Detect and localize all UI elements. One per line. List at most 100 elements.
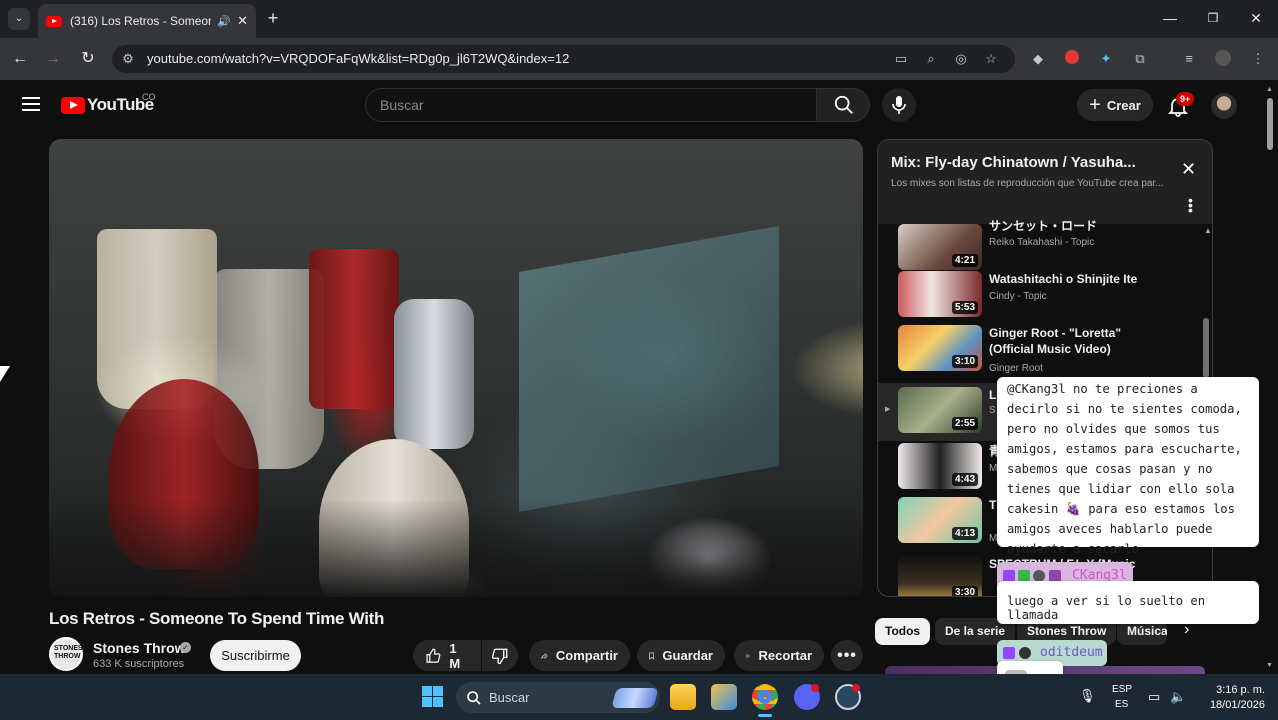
- notification-dot: [811, 684, 819, 692]
- create-button[interactable]: + Crear: [1077, 89, 1153, 121]
- thumbs-up-icon: [426, 648, 441, 663]
- playlist-scrollbar[interactable]: [1203, 318, 1209, 378]
- more-actions-button[interactable]: •••: [831, 640, 863, 671]
- playlist-thumbnail: 4:43: [898, 443, 982, 489]
- hamburger-menu-icon[interactable]: [22, 97, 40, 111]
- window-close-button[interactable]: ✕: [1246, 8, 1266, 28]
- playlist-item[interactable]: 3:10 Ginger Root - "Loretta" (Official M…: [878, 325, 1200, 379]
- page-scrollbar-thumb[interactable]: [1267, 98, 1273, 150]
- browser-tab-active[interactable]: (316) Los Retros - Someone 🔊 ✕: [38, 4, 256, 38]
- clip-button[interactable]: Recortar: [734, 640, 824, 671]
- reload-button[interactable]: ↻: [78, 49, 98, 69]
- search-icon: [834, 95, 853, 114]
- channel-name[interactable]: Stones Throw: [93, 640, 186, 656]
- playlist-item[interactable]: 5:53 Watashitachi o Shinjite Ite Cindy -…: [878, 271, 1200, 325]
- youtube-logo-icon[interactable]: [61, 97, 85, 114]
- playlist-scroll-up-icon[interactable]: ▲: [1204, 226, 1212, 235]
- video-frame-shade: [49, 499, 863, 597]
- tab-list-dropdown-button[interactable]: ⌄: [8, 8, 30, 30]
- plus-icon: +: [1089, 93, 1101, 116]
- back-button[interactable]: ←: [10, 49, 30, 69]
- search-input[interactable]: [365, 88, 817, 122]
- share-label: Compartir: [555, 648, 618, 663]
- user-avatar[interactable]: [1211, 93, 1237, 119]
- profile-avatar-icon[interactable]: [1214, 50, 1232, 68]
- cast-icon[interactable]: ▭: [892, 50, 910, 68]
- forward-button[interactable]: →: [43, 49, 63, 69]
- playlist-header: Mix: Fly-day Chinatown / Yasuha... Los m…: [878, 140, 1212, 224]
- video-player[interactable]: [49, 139, 863, 597]
- like-button[interactable]: 1 M: [413, 640, 481, 671]
- verified-check-icon: ✓: [180, 642, 191, 653]
- pinned-app-icon[interactable]: [711, 684, 737, 710]
- search-button[interactable]: [816, 88, 870, 122]
- dislike-button[interactable]: [482, 640, 518, 671]
- media-control-icon[interactable]: ≡: [1180, 50, 1198, 68]
- extension-3-icon[interactable]: ✦: [1097, 50, 1115, 68]
- playlist-item-title: Ginger Root - "Loretta" (Official Music …: [989, 326, 1122, 356]
- file-explorer-icon[interactable]: [670, 684, 696, 710]
- channel-avatar-text: STONES THROW: [54, 645, 83, 660]
- extensions-puzzle-icon[interactable]: ⧉: [1131, 50, 1149, 68]
- tab-close-icon[interactable]: ✕: [237, 13, 248, 29]
- share-button[interactable]: Compartir: [529, 640, 630, 671]
- chrome-icon[interactable]: [752, 684, 778, 710]
- restore-button[interactable]: ❐: [1203, 8, 1223, 28]
- playlist-item-artist: S: [989, 405, 996, 416]
- site-info-icon[interactable]: ⚙: [119, 50, 137, 68]
- new-tab-button[interactable]: +: [263, 8, 283, 28]
- like-count: 1 M: [449, 640, 461, 671]
- save-button[interactable]: Guardar: [637, 640, 725, 671]
- playlist-more-icon[interactable]: • • •: [1188, 193, 1193, 217]
- playlist-thumbnail: 4:21: [898, 224, 982, 270]
- playlist-duration: 4:21: [951, 254, 978, 267]
- video-title: Los Retros - Someone To Spend Time With: [49, 609, 385, 628]
- voice-search-button[interactable]: [882, 88, 916, 122]
- playlist-thumbnail: 5:53: [898, 271, 982, 317]
- thumbs-down-icon: [491, 648, 508, 664]
- tray-mic-icon[interactable]: 🎙: [1079, 688, 1096, 704]
- volume-icon[interactable]: 🔈: [1170, 689, 1186, 705]
- taskbar-search[interactable]: [456, 682, 660, 713]
- speaker-icon[interactable]: 🔊: [217, 15, 231, 28]
- avatar-badge-icon: [1019, 647, 1031, 659]
- playlist-close-icon[interactable]: ✕: [1181, 159, 1196, 180]
- playlist-duration: 5:53: [951, 301, 978, 314]
- playlist-item-artist: Reiko Takahashi - Topic: [989, 237, 1095, 248]
- scroll-down-arrow-icon[interactable]: ▼: [1266, 662, 1273, 669]
- browser-menu-icon[interactable]: ⋮: [1249, 50, 1267, 68]
- country-code: CO: [142, 92, 156, 102]
- zoom-icon[interactable]: ⌕: [922, 50, 940, 68]
- playlist-item-artist: Ginger Root: [989, 363, 1043, 374]
- taskbar-date[interactable]: 18/01/2026: [1195, 699, 1265, 711]
- playlist-item-title: Watashitachi o Shinjite Ite: [989, 272, 1138, 286]
- language-indicator[interactable]: ESP: [1112, 684, 1132, 695]
- playlist-thumbnail: 3:10: [898, 325, 982, 371]
- video-frame-panel: [519, 226, 779, 512]
- windows-start-icon[interactable]: [422, 686, 443, 707]
- extension-1-icon[interactable]: ◆: [1029, 50, 1047, 68]
- more-horizontal-icon: •••: [837, 646, 857, 664]
- tab-title: (316) Los Retros - Someone: [70, 14, 212, 28]
- youtube-favicon-icon: [46, 15, 62, 27]
- page-scrollbar[interactable]: [1266, 96, 1274, 672]
- minimize-button[interactable]: —: [1160, 8, 1180, 28]
- network-icon[interactable]: ▭: [1148, 689, 1160, 705]
- bookmark-star-icon[interactable]: ☆: [982, 50, 1000, 68]
- playlist-item[interactable]: 4:21 サンセット・ロード Reiko Takahashi - Topic: [878, 219, 1200, 274]
- subscribe-button[interactable]: Suscribirme: [210, 640, 301, 671]
- playlist-title[interactable]: Mix: Fly-day Chinatown / Yasuha...: [891, 154, 1136, 171]
- playlist-item-title: サンセット・ロード: [989, 219, 1098, 233]
- channel-avatar[interactable]: STONES THROW: [49, 637, 83, 671]
- scroll-up-arrow-icon[interactable]: ▲: [1266, 86, 1273, 93]
- notification-dot: [852, 684, 860, 692]
- twitch-badge-icon: [1003, 647, 1015, 659]
- taskbar-time[interactable]: 3:16 p. m.: [1205, 684, 1265, 696]
- url-text[interactable]: youtube.com/watch?v=VRQDOFaFqWk&list=RDg…: [147, 51, 569, 66]
- taskbar-search-label: Buscar: [489, 690, 530, 705]
- chip-todos[interactable]: Todos: [875, 618, 931, 645]
- extension-2-icon[interactable]: [1063, 50, 1081, 68]
- save-label: Guardar: [662, 648, 713, 663]
- eye-off-icon[interactable]: ◎: [952, 50, 970, 68]
- keyboard-layout-indicator[interactable]: ES: [1115, 699, 1128, 710]
